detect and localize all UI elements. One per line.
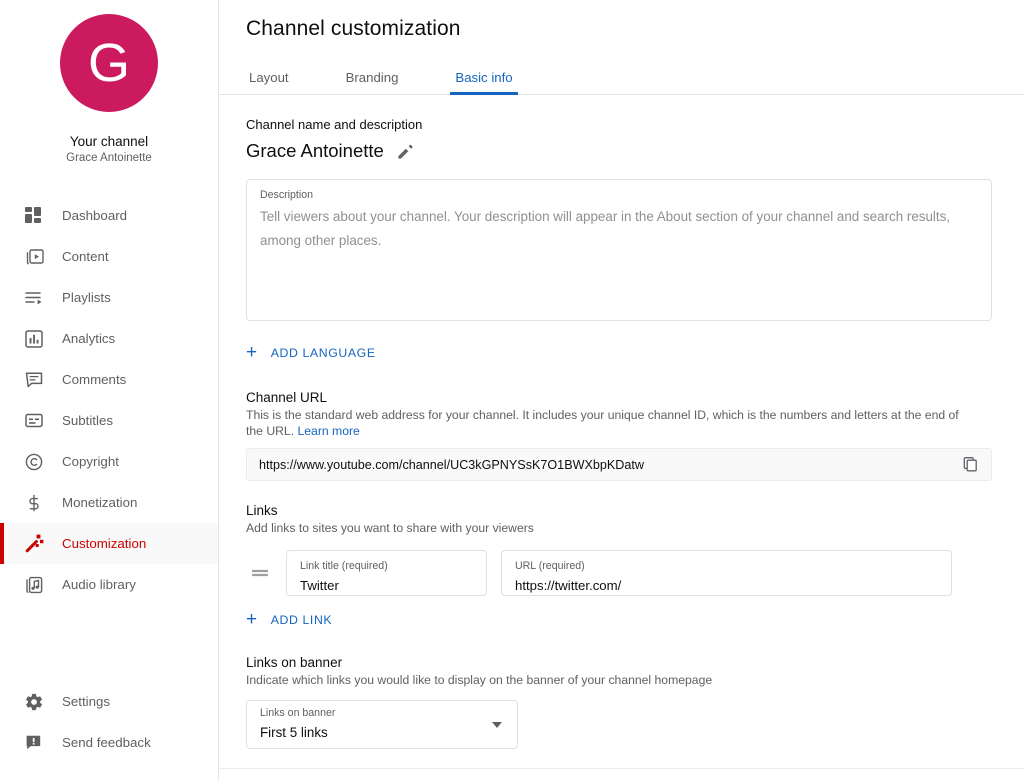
links-on-banner-selected-value: First 5 links <box>260 725 328 740</box>
pencil-icon[interactable] <box>395 140 417 162</box>
page-title: Channel customization <box>246 17 461 40</box>
link-url-label: URL (required) <box>515 560 585 572</box>
sidebar-item-label: Comments <box>62 372 127 387</box>
sidebar-item-playlists[interactable]: Playlists <box>0 277 218 318</box>
sidebar-item-comments[interactable]: Comments <box>0 359 218 400</box>
links-heading: Links <box>246 503 278 518</box>
channel-url-value: https://www.youtube.com/channel/UC3kGPNY… <box>259 457 644 472</box>
sidebar-item-customization[interactable]: Customization <box>0 523 218 564</box>
sidebar-item-copyright[interactable]: Copyright <box>0 441 218 482</box>
learn-more-link[interactable]: Learn more <box>298 424 360 438</box>
sidebar-channel-name: Grace Antoinette <box>66 152 152 164</box>
copyright-icon <box>22 450 46 474</box>
channel-name-section-label: Channel name and description <box>246 117 423 132</box>
channel-url-description: This is the standard web address for you… <box>246 407 968 439</box>
description-placeholder: Tell viewers about your channel. Your de… <box>260 209 951 248</box>
sidebar-item-label: Subtitles <box>62 413 113 428</box>
links-description: Add links to sites you want to share wit… <box>246 521 534 535</box>
feedback-icon <box>22 731 46 755</box>
sidebar-item-label: Playlists <box>62 290 111 305</box>
your-channel-label: Your channel <box>69 134 149 149</box>
sidebar-item-dashboard[interactable]: Dashboard <box>0 195 218 236</box>
tab-bar: Layout Branding Basic info <box>219 59 1024 95</box>
add-link-button[interactable]: + ADD LINK <box>246 604 332 635</box>
links-on-banner-heading: Links on banner <box>246 655 343 670</box>
link-title-label: Link title (required) <box>300 560 388 572</box>
sidebar-item-label: Analytics <box>62 331 116 346</box>
tab-branding[interactable]: Branding <box>343 70 402 95</box>
channel-url-section: Channel URL This is the standard web add… <box>246 390 1004 481</box>
avatar-initial: G <box>87 33 130 93</box>
plus-icon: + <box>246 609 258 630</box>
tab-layout[interactable]: Layout <box>246 70 292 95</box>
subtitles-icon <box>22 409 46 433</box>
sidebar-item-send-feedback[interactable]: Send feedback <box>0 722 218 763</box>
link-title-field[interactable]: Link title (required) Twitter <box>286 550 487 596</box>
gear-icon <box>22 690 46 714</box>
links-on-banner-select[interactable]: Links on banner First 5 links <box>246 700 518 749</box>
chevron-down-icon <box>492 721 502 728</box>
bottom-divider <box>219 768 1024 769</box>
channel-name-value: Grace Antoinette <box>246 140 384 161</box>
sidebar-item-label: Settings <box>62 694 111 709</box>
channel-url-heading: Channel URL <box>246 390 328 405</box>
sidebar-item-label: Content <box>62 249 109 264</box>
avatar[interactable]: G <box>60 14 158 112</box>
comments-icon <box>22 368 46 392</box>
link-row: Link title (required) Twitter URL (requi… <box>246 550 1004 596</box>
drag-handle-icon[interactable] <box>248 561 272 585</box>
content-icon <box>22 245 46 269</box>
add-language-button[interactable]: + ADD LANGUAGE <box>246 337 376 368</box>
description-field[interactable]: Description Tell viewers about your chan… <box>246 179 992 321</box>
basic-info-panel: Channel name and description Grace Antoi… <box>246 95 1004 749</box>
sidebar-item-label: Dashboard <box>62 208 128 223</box>
add-link-label: ADD LINK <box>270 612 333 627</box>
sidebar-item-label: Copyright <box>62 454 119 469</box>
audio-library-icon <box>22 573 46 597</box>
sidebar-item-monetization[interactable]: Monetization <box>0 482 218 523</box>
plus-icon: + <box>246 342 258 363</box>
links-on-banner-description: Indicate which links you would like to d… <box>246 673 713 687</box>
link-url-value: https://twitter.com/ <box>515 578 622 593</box>
links-on-banner-field-label: Links on banner <box>260 707 336 719</box>
app-root: G Your channel Grace Antoinette Dashboar… <box>0 0 1024 781</box>
analytics-icon <box>22 327 46 351</box>
link-title-value: Twitter <box>300 578 339 593</box>
sidebar-item-label: Monetization <box>62 495 138 510</box>
channel-block[interactable]: G Your channel Grace Antoinette <box>0 0 218 178</box>
sidebar-item-label: Audio library <box>62 577 136 592</box>
playlists-icon <box>22 286 46 310</box>
dashboard-icon <box>22 204 46 228</box>
description-field-label: Description <box>260 189 313 201</box>
sidebar-item-content[interactable]: Content <box>0 236 218 277</box>
link-url-field[interactable]: URL (required) https://twitter.com/ <box>501 550 952 596</box>
tab-basic-info[interactable]: Basic info <box>450 70 518 95</box>
channel-name-row: Grace Antoinette <box>246 140 1004 162</box>
sidebar-item-settings[interactable]: Settings <box>0 681 218 722</box>
sidebar-item-label: Send feedback <box>62 735 151 750</box>
sidebar: G Your channel Grace Antoinette Dashboar… <box>0 0 219 781</box>
sidebar-bottom-nav: Settings Send feedback <box>0 681 218 763</box>
channel-url-field[interactable]: https://www.youtube.com/channel/UC3kGPNY… <box>246 448 992 481</box>
links-section: Links Add links to sites you want to sha… <box>246 503 1004 635</box>
sidebar-nav: Dashboard Content Playlists Analytics Co… <box>0 195 218 605</box>
sidebar-item-label: Customization <box>62 536 147 551</box>
add-language-label: ADD LANGUAGE <box>270 345 376 360</box>
sidebar-item-audio-library[interactable]: Audio library <box>0 564 218 605</box>
main-content: Channel customization Layout Branding Ba… <box>219 0 1024 781</box>
sidebar-item-subtitles[interactable]: Subtitles <box>0 400 218 441</box>
links-on-banner-section: Links on banner Indicate which links you… <box>246 655 1004 749</box>
sidebar-item-analytics[interactable]: Analytics <box>0 318 218 359</box>
magic-wand-icon <box>22 532 46 556</box>
copy-icon[interactable] <box>957 452 983 478</box>
dollar-icon <box>22 491 46 515</box>
